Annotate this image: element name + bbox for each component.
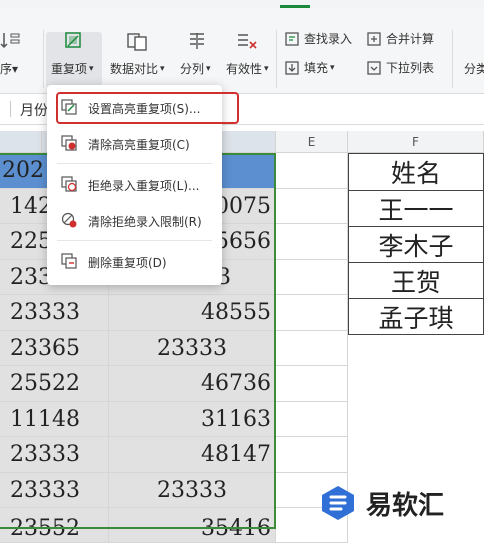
reject-duplicates-icon — [61, 176, 77, 192]
cell-d8[interactable]: 31163 — [109, 402, 276, 437]
fill-button[interactable]: 填充 ▾ — [284, 59, 335, 76]
ribbon-divider — [276, 30, 277, 88]
compare-button-label: 数据对比 — [110, 62, 159, 76]
cell-e5[interactable] — [276, 295, 348, 331]
cell-d6[interactable]: 23333 — [109, 331, 276, 366]
cell-f1[interactable]: 姓名 — [348, 153, 484, 191]
cell-c6[interactable]: 23365 — [0, 331, 109, 366]
split-columns-icon[interactable] — [186, 30, 208, 52]
column-header-f[interactable]: F — [348, 131, 484, 153]
merge-calc-label: 合并计算 — [386, 32, 435, 46]
find-entry-button[interactable]: 查找录入 — [284, 30, 352, 47]
cell-d5[interactable]: 48555 — [109, 295, 276, 331]
dropdown-list-button[interactable]: 下拉列表 — [366, 59, 434, 76]
cell-e8[interactable] — [276, 402, 348, 437]
cell-f5[interactable]: 孟子琪 — [348, 298, 484, 335]
watermark: 易软汇 — [318, 484, 444, 522]
column-header-c[interactable] — [0, 131, 42, 153]
cell-c10[interactable]: 23333 — [0, 473, 109, 508]
validity-icon[interactable] — [236, 30, 258, 52]
menu-item-reject-duplicates[interactable]: 拒绝录入重复项(L)... — [47, 170, 222, 198]
chevron-down-icon: ▾ — [160, 63, 165, 74]
menu-divider — [57, 163, 212, 164]
compare-icon[interactable] — [126, 30, 148, 52]
cell-e4[interactable] — [276, 260, 348, 295]
menu-item-clear-highlight[interactable]: 清除高亮重复项(C) — [47, 129, 222, 157]
merge-calc-icon — [367, 31, 381, 46]
duplicates-button[interactable]: 重复项 ▾ — [51, 60, 94, 77]
duplicates-icon[interactable] — [63, 30, 85, 52]
formula-bar-divider — [10, 101, 11, 117]
validity-button[interactable]: 有效性 ▾ — [226, 60, 269, 77]
cell-e2[interactable] — [276, 189, 348, 224]
cell-f3[interactable]: 李木子 — [348, 226, 484, 263]
dropdown-list-icon — [367, 60, 381, 75]
cell-f4[interactable]: 王贺 — [348, 262, 484, 299]
sort-icon[interactable] — [0, 30, 22, 52]
menu-item-label: 拒绝录入重复项(L)... — [88, 179, 200, 193]
cell-c9[interactable]: 23333 — [0, 437, 109, 473]
cell-d7[interactable]: 46736 — [109, 366, 276, 402]
cell-d11[interactable]: 35416 — [109, 508, 276, 543]
cell-f2[interactable]: 王一一 — [348, 190, 484, 227]
chevron-down-icon: ▾ — [89, 63, 94, 74]
find-entry-label: 查找录入 — [304, 32, 353, 46]
clear-reject-limit-icon — [61, 212, 77, 228]
highlight-annotation-box — [56, 92, 239, 124]
menu-divider — [57, 240, 212, 241]
cell-e3[interactable] — [276, 224, 348, 260]
column-header-e[interactable]: E — [276, 131, 348, 153]
cell-e7[interactable] — [276, 366, 348, 402]
compare-button[interactable]: 数据对比 ▾ — [110, 60, 165, 77]
duplicates-dropdown-menu: 设置高亮重复项(S)... 清除高亮重复项(C) 拒绝录入重复项(L)... 清… — [47, 85, 239, 285]
delete-duplicates-icon — [61, 253, 77, 269]
menu-item-label: 清除拒绝录入限制(R) — [88, 215, 202, 229]
ribbon-tab-strip — [0, 0, 484, 8]
duplicates-button-label: 重复项 — [51, 62, 88, 76]
menu-item-label: 删除重复项(D) — [88, 256, 167, 270]
cell-c8[interactable]: 11148 — [0, 402, 109, 437]
watermark-text: 易软汇 — [366, 490, 445, 521]
find-entry-icon — [285, 31, 299, 46]
cell-c7[interactable]: 25522 — [0, 366, 109, 402]
ribbon-divider — [452, 30, 453, 88]
menu-item-delete-duplicates[interactable]: 删除重复项(D) — [47, 247, 222, 275]
menu-item-clear-reject-limit[interactable]: 清除拒绝录入限制(R) — [47, 206, 222, 234]
validity-button-label: 有效性 — [226, 62, 263, 76]
ribbon-toolbar: 序▾ 重复项 ▾ 数据对比 ▾ 分列 ▾ 有效性 ▾ 查找录入 填充 ▾ 合并计算 — [0, 8, 484, 94]
split-button-label: 分列 — [180, 62, 205, 76]
dropdown-list-label: 下拉列表 — [386, 61, 435, 75]
watermark-logo-icon — [322, 486, 354, 520]
cell-c11[interactable]: 23552 — [0, 508, 109, 543]
cell-name-box[interactable]: 月份 — [20, 100, 48, 120]
fill-label: 填充 — [304, 61, 329, 75]
menu-item-label: 清除高亮重复项(C) — [88, 138, 190, 152]
cell-d9[interactable]: 48147 — [109, 437, 276, 473]
cell-d10[interactable]: 23333 — [109, 473, 276, 508]
chevron-down-icon: ▾ — [330, 62, 335, 73]
cell-e1[interactable] — [276, 153, 348, 189]
sort-button[interactable]: 序▾ — [0, 60, 18, 77]
ribbon-divider — [43, 30, 44, 88]
chevron-down-icon: ▾ — [206, 63, 211, 74]
cell-c5[interactable]: 23333 — [0, 295, 109, 331]
classify-button[interactable]: 分类 — [464, 60, 484, 77]
cell-e6[interactable] — [276, 331, 348, 366]
split-button[interactable]: 分列 ▾ — [180, 60, 211, 77]
fill-icon — [285, 60, 299, 75]
chevron-down-icon: ▾ — [264, 63, 269, 74]
cell-e9[interactable] — [276, 437, 348, 473]
merge-calc-button[interactable]: 合并计算 — [366, 30, 434, 47]
clear-highlight-icon — [61, 135, 77, 151]
